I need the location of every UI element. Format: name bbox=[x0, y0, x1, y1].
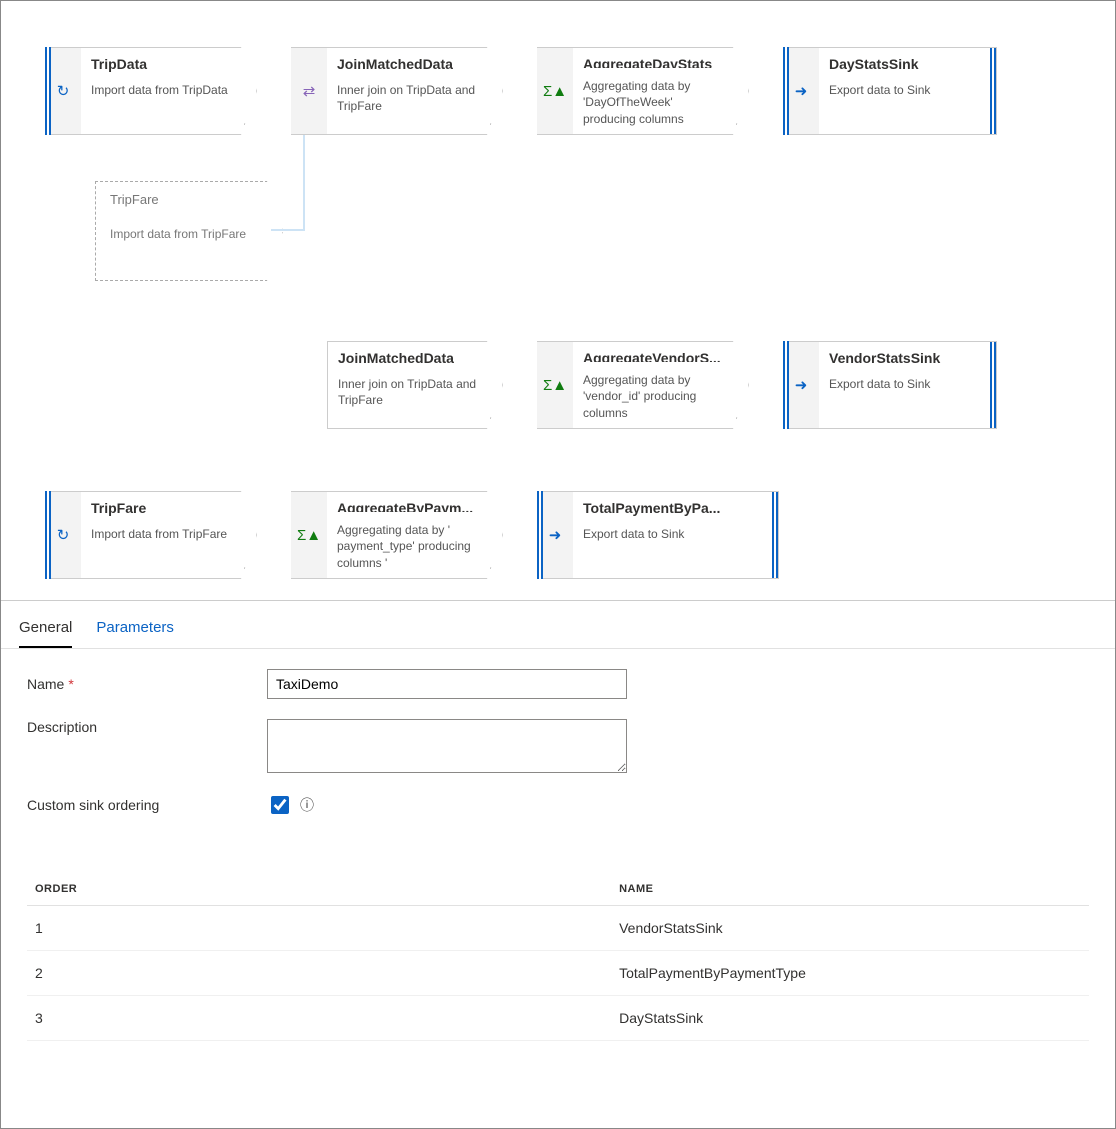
custom-ordering-checkbox[interactable] bbox=[271, 796, 289, 814]
add-step-icon[interactable]: + bbox=[490, 560, 498, 576]
node-tripdata[interactable]: ↻ TripData Import data from TripData + bbox=[45, 47, 257, 135]
add-step-icon[interactable]: + bbox=[244, 116, 252, 132]
sink-order-table: ORDER NAME 1 VendorStatsSink 2 TotalPaym… bbox=[27, 873, 1089, 1041]
node-title: JoinMatchedData bbox=[338, 350, 482, 366]
aggregate-icon: Σ▲ bbox=[297, 527, 321, 544]
data-flow-canvas[interactable]: ↻ TripData Import data from TripData + ⇄… bbox=[1, 1, 1115, 601]
node-desc: Import data from TripData bbox=[91, 82, 236, 98]
node-title: TripFare bbox=[91, 500, 236, 516]
join-icon: ⇄ bbox=[303, 82, 316, 100]
node-title: AggregateByPaym... bbox=[337, 500, 482, 512]
node-title: AggregateVendorS... bbox=[583, 350, 728, 362]
node-vendor-sink[interactable]: ➜ VendorStatsSink Export data to Sink bbox=[783, 341, 997, 429]
node-tripfare-source[interactable]: ↻ TripFare Import data from TripFare + bbox=[45, 491, 257, 579]
table-row[interactable]: 2 TotalPaymentByPaymentType bbox=[27, 951, 1089, 996]
node-title: TotalPaymentByPa... bbox=[583, 500, 758, 516]
add-step-icon[interactable]: + bbox=[244, 560, 252, 576]
tab-parameters[interactable]: Parameters bbox=[96, 613, 174, 648]
add-step-icon[interactable]: + bbox=[490, 116, 498, 132]
node-title: AggregateDayStats bbox=[583, 56, 728, 68]
node-title: TripData bbox=[91, 56, 236, 72]
node-title: VendorStatsSink bbox=[829, 350, 976, 366]
general-form: Name* Description Custom sink ordering ⓘ bbox=[1, 649, 1115, 857]
node-desc: Aggregating data by ' payment_type' prod… bbox=[337, 522, 482, 572]
name-label: Name* bbox=[27, 676, 267, 692]
sink-icon: ➜ bbox=[795, 376, 808, 394]
node-desc: Aggregating data by 'DayOfTheWeek' produ… bbox=[583, 78, 728, 128]
connector-line bbox=[271, 229, 303, 231]
node-desc: Aggregating data by 'vendor_id' producin… bbox=[583, 372, 728, 422]
aggregate-icon: Σ▲ bbox=[543, 377, 567, 394]
node-desc: Export data to Sink bbox=[583, 526, 758, 542]
sink-icon: ➜ bbox=[549, 526, 562, 544]
add-step-icon[interactable]: + bbox=[490, 410, 498, 426]
node-desc: Inner join on TripData and TripFare bbox=[338, 376, 482, 408]
node-desc: Export data to Sink bbox=[829, 376, 976, 392]
source-icon: ↻ bbox=[57, 526, 70, 544]
add-step-icon[interactable]: + bbox=[736, 116, 744, 132]
table-row[interactable]: 1 VendorStatsSink bbox=[27, 906, 1089, 951]
node-join2[interactable]: JoinMatchedData Inner join on TripData a… bbox=[291, 341, 503, 429]
node-aggregate-day[interactable]: Σ▲ AggregateDayStats Aggregating data by… bbox=[537, 47, 749, 135]
col-order: ORDER bbox=[27, 873, 611, 906]
node-payment-sink[interactable]: ➜ TotalPaymentByPa... Export data to Sin… bbox=[537, 491, 779, 579]
sink-icon: ➜ bbox=[795, 82, 808, 100]
node-aggregate-vendor[interactable]: Σ▲ AggregateVendorS... Aggregating data … bbox=[537, 341, 749, 429]
node-title: JoinMatchedData bbox=[337, 56, 482, 72]
node-desc: Import data from TripFare bbox=[91, 526, 236, 542]
table-row[interactable]: 3 DayStatsSink bbox=[27, 996, 1089, 1041]
required-asterisk: * bbox=[68, 676, 73, 692]
info-icon[interactable]: ⓘ bbox=[300, 795, 314, 815]
tab-general[interactable]: General bbox=[19, 613, 72, 648]
add-step-icon[interactable]: + bbox=[736, 410, 744, 426]
description-input[interactable] bbox=[267, 719, 627, 773]
col-name: NAME bbox=[611, 873, 1089, 906]
aggregate-icon: Σ▲ bbox=[543, 83, 567, 100]
node-title: DayStatsSink bbox=[829, 56, 976, 72]
node-join1[interactable]: ⇄ JoinMatchedData Inner join on TripData… bbox=[291, 47, 503, 135]
node-desc: Import data from TripFare bbox=[110, 227, 268, 241]
connector-line bbox=[303, 135, 305, 231]
node-aggregate-payment[interactable]: Σ▲ AggregateByPaym... Aggregating data b… bbox=[291, 491, 503, 579]
node-desc: Export data to Sink bbox=[829, 82, 976, 98]
node-tripfare-dashed[interactable]: TripFare Import data from TripFare bbox=[95, 181, 283, 281]
tabs: General Parameters bbox=[1, 601, 1115, 649]
node-title: TripFare bbox=[110, 192, 268, 207]
node-desc: Inner join on TripData and TripFare bbox=[337, 82, 482, 114]
name-input[interactable] bbox=[267, 669, 627, 699]
description-label: Description bbox=[27, 719, 267, 735]
node-day-sink[interactable]: ➜ DayStatsSink Export data to Sink bbox=[783, 47, 997, 135]
source-icon: ↻ bbox=[57, 82, 70, 100]
custom-ordering-label: Custom sink ordering bbox=[27, 797, 267, 813]
